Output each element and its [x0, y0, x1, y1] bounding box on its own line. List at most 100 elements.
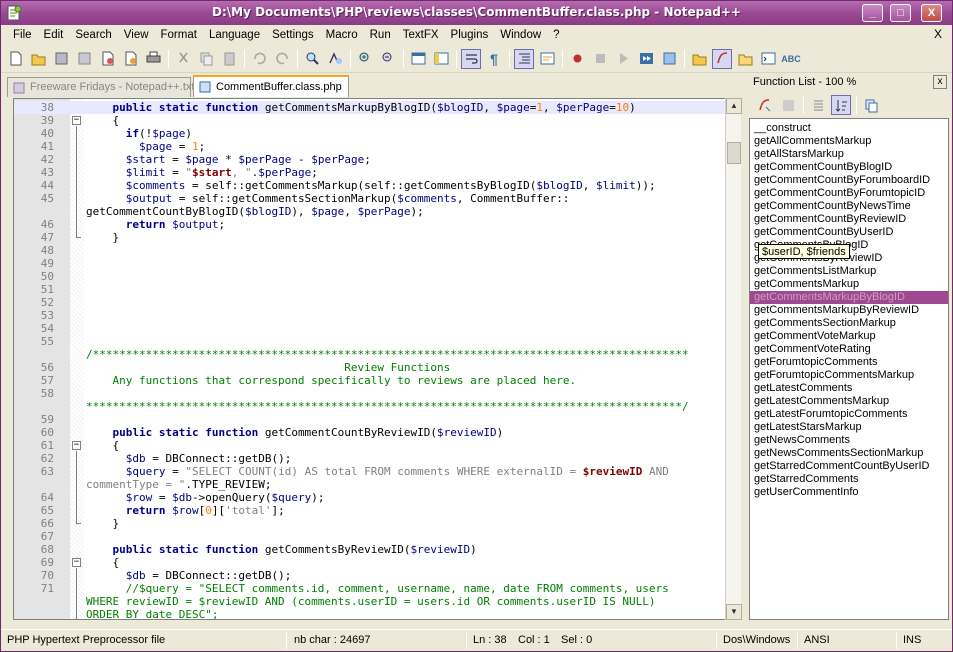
code-line[interactable]: 41 $page = 1;: [14, 140, 726, 153]
code-line[interactable]: ****************************************…: [14, 400, 726, 413]
code-line[interactable]: 53: [14, 309, 726, 322]
menu-edit[interactable]: Edit: [38, 29, 70, 41]
copy-list-icon[interactable]: [861, 95, 881, 115]
function-list-item[interactable]: getCommentVoteRating: [750, 343, 948, 356]
save-all-icon[interactable]: [74, 49, 94, 69]
menu-file[interactable]: File: [7, 29, 38, 41]
sync-vertical-icon[interactable]: [408, 49, 428, 69]
copy-icon[interactable]: [196, 49, 216, 69]
function-list-item[interactable]: getLatestCommentsMarkup: [750, 395, 948, 408]
code-line[interactable]: 57 Any functions that correspond specifi…: [14, 374, 726, 387]
code-line[interactable]: ORDER BY date DESC";: [14, 608, 726, 619]
macro-play-icon[interactable]: [613, 49, 633, 69]
indent-guide-icon[interactable]: [514, 48, 534, 69]
code-line[interactable]: 64 $row = $db->openQuery($query);: [14, 491, 726, 504]
code-line[interactable]: 43 $limit = "$start, ".$perPage;: [14, 166, 726, 179]
close-document-button[interactable]: X: [934, 27, 942, 41]
code-line[interactable]: 63 $query = "SELECT COUNT(id) AS total F…: [14, 465, 726, 478]
code-line[interactable]: 40 if(!$page): [14, 127, 726, 140]
function-list-item[interactable]: getCommentCountByBlogID: [750, 161, 948, 174]
code-line[interactable]: 50: [14, 270, 726, 283]
menu-textfx[interactable]: TextFX: [397, 29, 445, 41]
code-line[interactable]: 67: [14, 530, 726, 543]
function-list-item[interactable]: getNewsCommentsSectionMarkup: [750, 447, 948, 460]
editor-vertical-scrollbar[interactable]: ▲ ▼: [725, 98, 742, 620]
code-editor[interactable]: 38 public static function getCommentsMar…: [13, 98, 741, 620]
code-line[interactable]: 54: [14, 322, 726, 335]
list-options-icon[interactable]: [778, 95, 798, 115]
code-line[interactable]: 42 $start = $page * $perPage - $perPage;: [14, 153, 726, 166]
function-list-item[interactable]: getCommentsMarkupByBlogID: [750, 291, 948, 304]
macro-stop-icon[interactable]: [590, 49, 610, 69]
code-line[interactable]: 69 − {: [14, 556, 726, 569]
function-list-item[interactable]: getUserCommentInfo: [750, 486, 948, 499]
code-line[interactable]: 52: [14, 296, 726, 309]
function-list-item[interactable]: getAllCommentsMarkup: [750, 135, 948, 148]
tab-commentbuffer[interactable]: CommentBuffer.class.php: [193, 75, 349, 97]
function-list-item[interactable]: getCommentCountByReviewID: [750, 213, 948, 226]
code-line[interactable]: 56 Review Functions: [14, 361, 726, 374]
code-line[interactable]: 59: [14, 413, 726, 426]
code-line[interactable]: 58: [14, 387, 726, 400]
code-line[interactable]: /***************************************…: [14, 348, 726, 361]
function-list-item[interactable]: getForumtopicCommentsMarkup: [750, 369, 948, 382]
cut-icon[interactable]: [173, 49, 193, 69]
show-all-characters-icon[interactable]: ¶: [484, 49, 504, 69]
code-line[interactable]: 66 }: [14, 517, 726, 530]
macro-save-icon[interactable]: [659, 49, 679, 69]
code-line[interactable]: 60 public static function getCommentCoun…: [14, 426, 726, 439]
maximize-button[interactable]: □: [890, 4, 911, 22]
function-list-item[interactable]: getCommentVoteMarkup: [750, 330, 948, 343]
zoom-in-icon[interactable]: [355, 49, 375, 69]
replace-icon[interactable]: [325, 49, 345, 69]
undo-icon[interactable]: [249, 49, 269, 69]
plugin-folder-icon[interactable]: [689, 49, 709, 69]
title-bar[interactable]: D:\My Documents\PHP\reviews\classes\Comm…: [1, 1, 952, 25]
open-file-icon[interactable]: [28, 49, 48, 69]
function-list-item[interactable]: getCommentCountByUserID: [750, 226, 948, 239]
function-list-item[interactable]: getCommentCountByForumboardID: [750, 174, 948, 187]
code-line[interactable]: 51: [14, 283, 726, 296]
code-line[interactable]: 55: [14, 335, 726, 348]
code-line[interactable]: 46 return $output;: [14, 218, 726, 231]
print-icon[interactable]: [143, 49, 163, 69]
code-line[interactable]: 38 public static function getCommentsMar…: [14, 101, 726, 114]
code-line[interactable]: 61 − {: [14, 439, 726, 452]
menu-run[interactable]: Run: [364, 29, 397, 41]
function-list-item[interactable]: getAllStarsMarkup: [750, 148, 948, 161]
menu-view[interactable]: View: [118, 29, 155, 41]
menu-settings[interactable]: Settings: [266, 29, 320, 41]
fold-collapse-icon[interactable]: −: [72, 558, 81, 567]
function-list-close-button[interactable]: x: [933, 75, 947, 89]
new-file-icon[interactable]: [5, 49, 25, 69]
fold-collapse-icon[interactable]: −: [72, 116, 81, 125]
user-defined-language-icon[interactable]: [537, 49, 557, 69]
code-line[interactable]: 68 public static function getCommentsByR…: [14, 543, 726, 556]
close-file-icon[interactable]: [97, 49, 117, 69]
menu-language[interactable]: Language: [203, 29, 266, 41]
menu-help[interactable]: ?: [547, 29, 565, 41]
function-list-item[interactable]: getCommentCountByNewsTime: [750, 200, 948, 213]
function-list-item[interactable]: getLatestForumtopicComments: [750, 408, 948, 421]
redo-icon[interactable]: [272, 49, 292, 69]
sort-alphabetical-icon[interactable]: [831, 95, 851, 115]
close-all-icon[interactable]: [120, 49, 140, 69]
function-list-item[interactable]: getLatestComments: [750, 382, 948, 395]
function-list-item[interactable]: getStarredCommentCountByUserID: [750, 460, 948, 473]
code-line[interactable]: 62 $db = DBConnect::getDB();: [14, 452, 726, 465]
function-list-item[interactable]: getForumtopicComments: [750, 356, 948, 369]
sync-horizontal-icon[interactable]: [431, 49, 451, 69]
function-list-item[interactable]: getStarredComments: [750, 473, 948, 486]
scroll-down-arrow-icon[interactable]: ▼: [726, 604, 742, 620]
menu-search[interactable]: Search: [69, 29, 117, 41]
code-line[interactable]: commentType = ".TYPE_REVIEW;: [14, 478, 726, 491]
console-icon[interactable]: [758, 49, 778, 69]
sort-unsorted-icon[interactable]: [808, 95, 828, 115]
code-line[interactable]: 45 $output = self::getCommentsSectionMar…: [14, 192, 726, 205]
zoom-out-icon[interactable]: [378, 49, 398, 69]
function-list-icon[interactable]: [712, 48, 732, 69]
code-line[interactable]: 44 $comments = self::getCommentsMarkup(s…: [14, 179, 726, 192]
minimize-button[interactable]: _: [862, 4, 883, 22]
code-line[interactable]: 49: [14, 257, 726, 270]
spell-check-icon[interactable]: ABC: [781, 49, 801, 69]
